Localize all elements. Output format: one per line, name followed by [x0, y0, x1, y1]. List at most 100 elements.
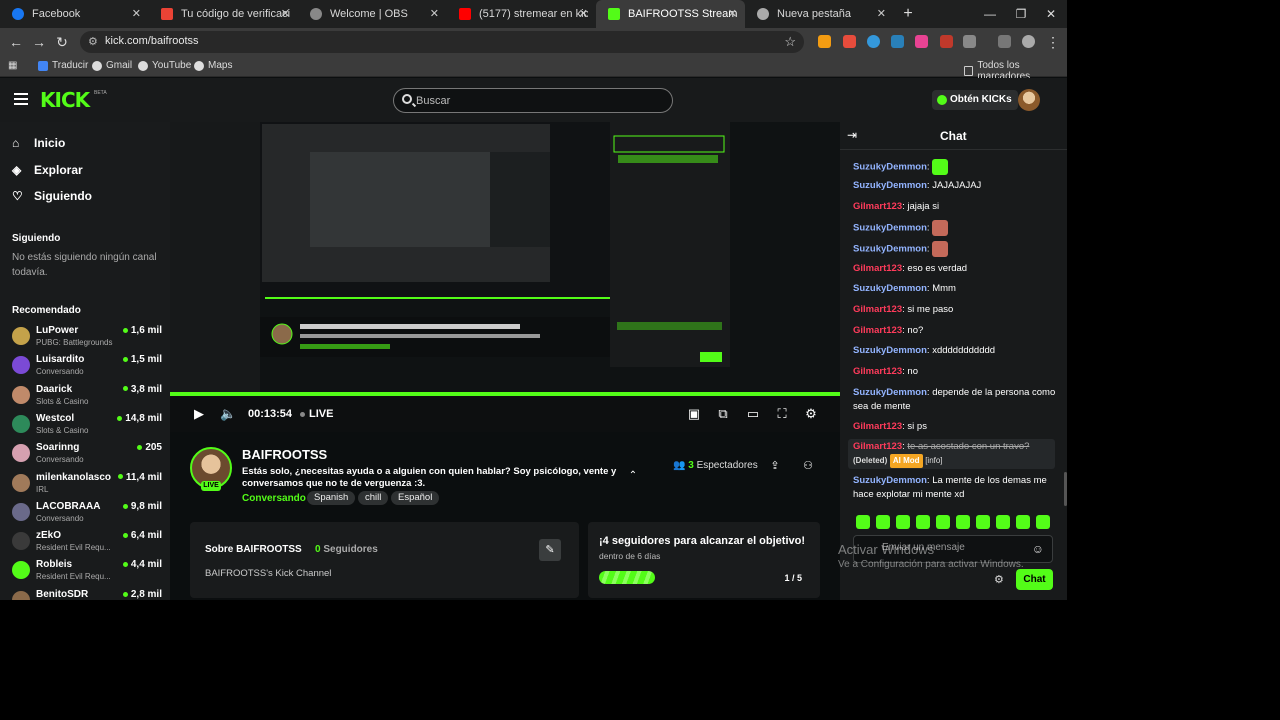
tag-spanish[interactable]: Spanish — [307, 491, 356, 505]
recommended-channel[interactable]: milenkanolasco IRL 11,4 mil — [12, 472, 162, 501]
chat-username[interactable]: SuzukyDemmon — [853, 283, 927, 294]
search-input[interactable] — [416, 93, 656, 109]
tab-kick[interactable]: BAIFROOTSS Stream - Watch✕ — [596, 0, 745, 28]
puzzle-icon[interactable] — [963, 35, 976, 48]
new-tab-button[interactable]: + — [894, 0, 922, 28]
recommended-channel[interactable]: LuPower PUBG: Battlegrounds 1,6 mil — [12, 325, 162, 354]
tab-facebook[interactable]: Facebook ✕ — [0, 0, 149, 28]
stream-category[interactable]: Conversando — [242, 493, 306, 504]
extension-icon[interactable] — [891, 35, 904, 48]
nav-inicio[interactable]: ⌂ Inicio — [12, 136, 65, 150]
apps-icon[interactable]: ▦ — [8, 60, 17, 71]
forward-icon[interactable]: → — [31, 34, 47, 50]
nav-siguiendo[interactable]: ♡ Siguiendo — [12, 189, 92, 203]
extension-icon[interactable] — [915, 35, 928, 48]
chat-username[interactable]: SuzukyDemmon — [853, 180, 927, 191]
bookmark-traducir[interactable]: Traducir — [38, 60, 88, 71]
emote-icon[interactable] — [1036, 515, 1050, 529]
tab-gmail[interactable]: Tu código de verificación de✕ — [149, 0, 298, 28]
chat-username[interactable]: Gilmart123 — [853, 304, 902, 315]
emote-icon[interactable] — [956, 515, 970, 529]
get-kicks-button[interactable]: Obtén KICKs — [932, 90, 1018, 110]
chat-username[interactable]: Gilmart123 — [853, 366, 902, 377]
chat-scrollbar[interactable] — [1064, 472, 1067, 506]
share-icon[interactable]: ⇪ — [767, 458, 783, 474]
close-icon[interactable]: ✕ — [579, 7, 588, 20]
tag-chill[interactable]: chill — [358, 491, 389, 505]
tab-youtube[interactable]: (5177) stremear en kick por✕ — [447, 0, 596, 28]
star-icon[interactable]: ☆ — [784, 34, 796, 50]
close-window-button[interactable]: ✕ — [1035, 0, 1067, 28]
extension-icon[interactable] — [867, 35, 880, 48]
url-text[interactable]: kick.com/baifrootss — [105, 35, 199, 47]
video-player[interactable] — [170, 122, 840, 394]
minimize-button[interactable]: — — [974, 0, 1006, 28]
chat-username[interactable]: SuzukyDemmon — [853, 475, 927, 486]
kick-logo[interactable]: KICK — [40, 88, 90, 112]
emote-icon[interactable] — [876, 515, 890, 529]
tag-espanol[interactable]: Español — [391, 491, 440, 505]
reload-icon[interactable]: ↻ — [54, 34, 70, 50]
back-icon[interactable]: ← — [8, 34, 24, 50]
follow-icon[interactable]: ⚇ — [800, 458, 816, 474]
site-info-icon[interactable]: ⚙ — [88, 35, 98, 48]
collapse-chat-icon[interactable]: ⇥ — [847, 128, 857, 142]
recommended-channel[interactable]: LACOBRAAA Conversando 9,8 mil — [12, 501, 162, 530]
chevron-up-icon[interactable]: ⌃ — [625, 468, 641, 484]
recommended-channel[interactable]: Westcol Slots & Casino 14,8 mil — [12, 413, 162, 442]
emoji-icon[interactable]: ☺ — [1032, 542, 1044, 556]
bookmark-youtube[interactable]: YouTube — [138, 60, 191, 71]
close-icon[interactable]: ✕ — [132, 7, 141, 20]
chat-username[interactable]: SuzukyDemmon — [853, 345, 927, 356]
emote-icon[interactable] — [996, 515, 1010, 529]
menu-icon[interactable] — [14, 93, 28, 105]
fullscreen-icon[interactable]: ⛶ — [774, 406, 790, 422]
close-icon[interactable]: ✕ — [877, 7, 886, 20]
tab-new[interactable]: Nueva pestaña ✕ — [745, 0, 894, 28]
volume-icon[interactable]: 🔈 — [220, 406, 236, 422]
profile-icon[interactable] — [1022, 35, 1035, 48]
search-bar[interactable] — [393, 88, 673, 113]
emote-icon[interactable] — [1016, 515, 1030, 529]
chat-username[interactable]: Gilmart123 — [853, 441, 902, 452]
cast-icon[interactable]: ⧉ — [715, 406, 731, 422]
recommended-channel[interactable]: Luisardito Conversando 1,5 mil — [12, 354, 162, 383]
chat-username[interactable]: SuzukyDemmon — [853, 244, 927, 255]
close-icon[interactable]: ✕ — [430, 7, 439, 20]
tab-obs[interactable]: Welcome | OBS ✕ — [298, 0, 447, 28]
chat-username[interactable]: Gilmart123 — [853, 263, 902, 274]
bookmark-gmail[interactable]: Gmail — [92, 60, 132, 71]
chat-settings-icon[interactable]: ⚙ — [994, 573, 1004, 586]
extension-icon[interactable] — [940, 35, 953, 48]
kebab-menu-icon[interactable]: ⋮ — [1045, 34, 1061, 50]
info-link[interactable]: [info] — [925, 456, 942, 465]
chat-username[interactable]: SuzukyDemmon — [853, 387, 927, 398]
close-icon[interactable]: ✕ — [728, 7, 737, 20]
emote-icon[interactable] — [896, 515, 910, 529]
recommended-channel[interactable]: zEkO Resident Evil Requ... 6,4 mil — [12, 530, 162, 559]
omnibox[interactable]: ⚙ kick.com/baifrootss ☆ — [80, 31, 804, 53]
recommended-channel[interactable]: BenitoSDR 2,8 mil — [12, 589, 162, 600]
recommended-channel[interactable]: Robleis Resident Evil Requ... 4,4 mil — [12, 559, 162, 588]
user-avatar[interactable] — [1018, 89, 1040, 111]
emote-icon[interactable] — [856, 515, 870, 529]
media-icon[interactable] — [998, 35, 1011, 48]
nav-explorar[interactable]: ◈ Explorar — [12, 163, 83, 177]
chat-username[interactable]: SuzukyDemmon — [853, 162, 927, 173]
chat-username[interactable]: Gilmart123 — [853, 201, 902, 212]
play-icon[interactable]: ▶ — [191, 406, 207, 422]
recommended-channel[interactable]: Daarick Slots & Casino 3,8 mil — [12, 384, 162, 413]
extension-icon[interactable] — [843, 35, 856, 48]
emote-icon[interactable] — [916, 515, 930, 529]
edit-icon[interactable]: ✎ — [539, 539, 561, 561]
theater-icon[interactable]: ▭ — [745, 406, 761, 422]
pip-icon[interactable]: ▣ — [686, 406, 702, 422]
chat-username[interactable]: Gilmart123 — [853, 325, 902, 336]
bookmark-maps[interactable]: Maps — [194, 60, 232, 71]
extension-icon[interactable] — [818, 35, 831, 48]
settings-icon[interactable]: ⚙ — [803, 406, 819, 422]
maximize-button[interactable]: ❐ — [1005, 0, 1037, 28]
recommended-channel[interactable]: Soarinng Conversando 205 — [12, 442, 162, 471]
chat-send-button[interactable]: Chat — [1016, 569, 1053, 590]
emote-icon[interactable] — [976, 515, 990, 529]
